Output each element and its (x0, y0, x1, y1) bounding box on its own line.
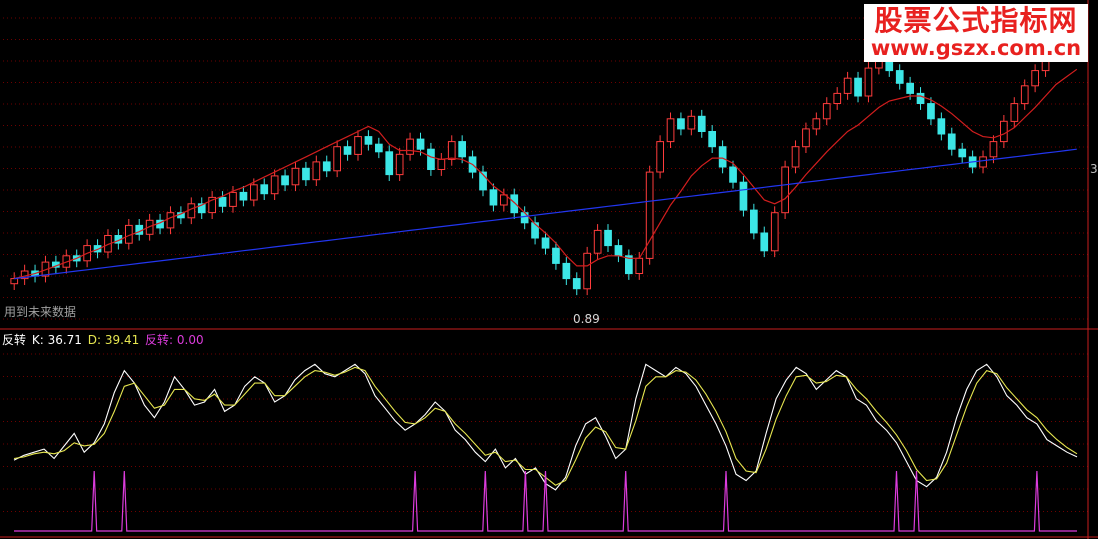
candle-body (802, 128, 810, 148)
candle-body (416, 138, 425, 150)
candle-body (385, 151, 394, 176)
candle-body (541, 237, 550, 249)
candle-body (666, 118, 675, 143)
candle-body (406, 138, 414, 155)
candle-body (906, 82, 914, 94)
candle-body (1031, 70, 1040, 87)
candle-body (1000, 120, 1008, 143)
candle-body (260, 184, 269, 195)
candle-body (843, 77, 852, 94)
candle-body (572, 278, 581, 290)
candle-body (718, 146, 727, 168)
candle-body (958, 148, 967, 158)
candle-body (552, 247, 560, 264)
candle-body (927, 103, 935, 120)
watermark-logo: 股票公式指标网 www.gszx.com.cn (864, 4, 1088, 62)
candle-body (812, 118, 821, 130)
candle-body (583, 252, 591, 290)
candle-body (614, 245, 623, 257)
candle-body (437, 158, 446, 170)
candle-body (979, 156, 987, 168)
right-axis-label: 3 (1090, 162, 1098, 176)
candle-body (708, 131, 716, 148)
candle-body (822, 103, 831, 120)
candle-body (239, 191, 248, 201)
reversal-value-label: 反转: 0.00 (145, 333, 204, 347)
candle-body (250, 184, 258, 201)
candle-body (520, 212, 529, 224)
candle-body (947, 133, 956, 150)
candle-body (10, 278, 19, 285)
candle-body (677, 118, 685, 130)
candle-body (739, 181, 748, 211)
d-line (13, 366, 1078, 486)
candle-body (760, 232, 769, 252)
candle-body (364, 136, 373, 145)
candle-body (270, 175, 279, 195)
candle-body (322, 161, 331, 172)
candle-body (729, 166, 737, 183)
candle-body (656, 141, 664, 173)
indicator-legend: 反转 K: 36.71 D: 39.41 反转: 0.00 (2, 331, 206, 348)
candle-body (750, 209, 758, 234)
k-value-label: K: 36.71 (31, 333, 82, 347)
candle-body (458, 141, 466, 158)
candle-body (916, 92, 925, 105)
candle-body (291, 167, 300, 186)
candle-body (302, 167, 310, 181)
candle-body (895, 70, 904, 84)
candle-body (781, 166, 789, 214)
d-value-label: D: 39.41 (87, 333, 140, 347)
candle-body (635, 257, 644, 274)
low-price-marker: 0.89 (573, 312, 600, 326)
reversal-signal-line (14, 470, 1077, 532)
candle-body (166, 212, 175, 229)
stock-chart (0, 0, 1098, 539)
candle-body (354, 136, 362, 155)
candle-body (229, 191, 237, 207)
watermark-title: 股票公式指标网 (874, 4, 1078, 37)
candle-body (833, 92, 842, 105)
candle-body (395, 153, 404, 176)
candle-body (218, 196, 227, 207)
candle-body (312, 161, 321, 181)
candle-body (593, 229, 602, 254)
candle-body (1020, 85, 1029, 105)
indicator-name: 反转 (2, 333, 27, 347)
candle-body (989, 141, 998, 158)
candle-body (937, 118, 946, 135)
candle-body (489, 189, 498, 206)
candle-body (510, 194, 519, 214)
watermark-url: www.gszx.com.cn (870, 36, 1082, 60)
candle-body (281, 175, 289, 186)
candle-body (562, 262, 571, 280)
candle-body (531, 222, 539, 239)
candle-body (604, 229, 612, 247)
candle-body (687, 115, 696, 130)
candle-body (770, 212, 779, 252)
candle-body (343, 146, 352, 155)
candle-body (333, 146, 341, 172)
candle-body (697, 115, 706, 133)
future-data-note: 用到未来数据 (4, 305, 77, 319)
candle-body (447, 141, 456, 160)
candle-body (791, 146, 800, 168)
candle-body (854, 77, 862, 97)
candle-body (375, 143, 383, 153)
candle-body (1010, 103, 1019, 122)
candle-body (864, 67, 873, 97)
candle-body (187, 203, 196, 219)
candle-body (427, 148, 435, 170)
